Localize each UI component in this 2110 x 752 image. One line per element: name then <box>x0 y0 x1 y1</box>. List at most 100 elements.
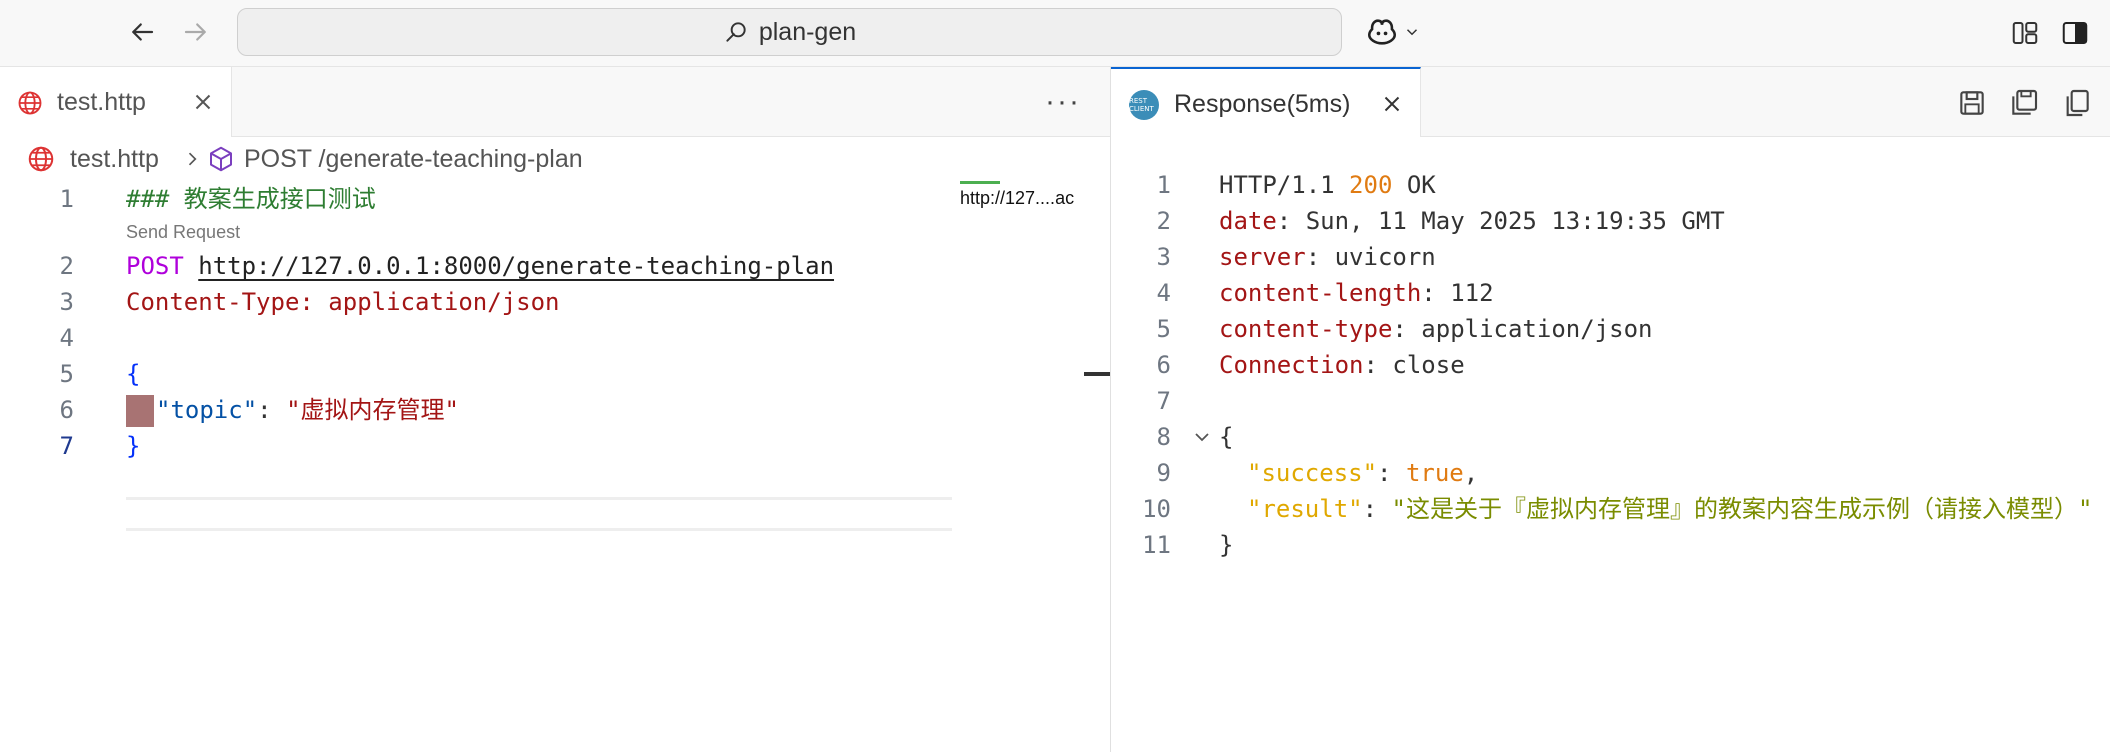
globe-icon <box>18 91 42 115</box>
header-value: application/json <box>328 288 560 316</box>
header-value: : close <box>1363 351 1465 379</box>
line-number: 2 <box>1156 207 1171 235</box>
code-line: 2 POST http://127.0.0.1:8000/generate-te… <box>0 248 960 284</box>
text-cursor <box>126 395 154 427</box>
fold-chevron-icon[interactable] <box>1191 419 1213 455</box>
code-line: 10 "result": "这是关于『虚拟内存管理』的教案内容生成示例（请接入模… <box>1111 491 2110 527</box>
breadcrumb-request[interactable]: POST /generate-teaching-plan <box>244 145 583 174</box>
back-button[interactable] <box>124 14 160 50</box>
header-key: content-length <box>1219 279 1422 307</box>
line-number: 4 <box>1156 279 1171 307</box>
search-text: plan-gen <box>758 17 857 46</box>
code-line: 1 HTTP/1.1 200 OK <box>1111 167 2110 203</box>
editor-tab-bar: test.http ··· <box>0 67 1110 137</box>
save-body-icon[interactable] <box>2008 87 2040 119</box>
line-number: 3 <box>59 288 74 316</box>
send-request-codelens[interactable]: Send Request <box>126 222 240 243</box>
header-key: Connection <box>1219 351 1364 379</box>
http-protocol: HTTP/1.1 <box>1219 171 1350 199</box>
request-url[interactable]: http://127.0.0.1:8000/generate-teaching-… <box>198 252 834 280</box>
tab-label: test.http <box>57 88 146 116</box>
json-colon: : <box>257 396 287 424</box>
code-line: 11 } <box>1111 527 2110 563</box>
code-line: 3 Content-Type: application/json <box>0 284 960 320</box>
json-brace: { <box>1219 423 1234 451</box>
code-line: 3 server: uvicorn <box>1111 239 2110 275</box>
line-number: 10 <box>1142 495 1171 523</box>
json-key: "result" <box>1247 495 1363 523</box>
copy-icon[interactable] <box>2061 87 2093 119</box>
line-number: 5 <box>59 360 74 388</box>
chevron-down-icon <box>1406 29 1418 36</box>
line-number: 1 <box>59 185 74 213</box>
line-number: 9 <box>1156 459 1171 487</box>
json-key: "success" <box>1247 459 1378 487</box>
arrow-right-icon <box>184 23 206 41</box>
search-icon <box>726 22 746 42</box>
minimap-text: http://127....ac <box>960 188 1075 208</box>
header-value: : Sun, 11 May 2025 13:19:35 GMT <box>1276 207 1725 235</box>
status-reason: OK <box>1392 171 1436 199</box>
json-value: "虚拟内存管理" <box>286 396 459 424</box>
header-key: content-type <box>1219 315 1393 343</box>
breadcrumb-file[interactable]: test.http <box>70 145 159 174</box>
code-line: 5 content-type: application/json <box>1111 311 2110 347</box>
json-key: "topic" <box>156 396 258 424</box>
json-value: "这是关于『虚拟内存管理』的教案内容生成示例（请接入模型）" <box>1391 495 2093 523</box>
code-line: 7 <box>1111 383 2110 419</box>
globe-icon <box>28 146 54 172</box>
header-key: server <box>1219 243 1306 271</box>
save-response-icon[interactable] <box>1956 87 1988 119</box>
json-brace: { <box>126 360 141 388</box>
arrow-left-icon <box>132 23 154 41</box>
cube-icon <box>210 146 232 172</box>
minimap[interactable]: http://127....ac <box>960 181 1082 209</box>
active-line-highlight <box>126 497 952 531</box>
code-line: 1 ### 教案生成接口测试 <box>0 181 960 217</box>
toggle-secondary-sidebar-icon[interactable] <box>2060 18 2090 48</box>
close-icon[interactable] <box>1379 91 1405 117</box>
code-comment: ### 教案生成接口测试 <box>126 185 376 213</box>
minimap-highlight <box>960 181 1000 184</box>
line-number: 6 <box>59 396 74 424</box>
response-tab-bar: REST CLIENT Response(5ms) <box>1111 67 2110 137</box>
header-key: Content-Type: <box>126 288 314 316</box>
line-number: 2 <box>59 252 74 280</box>
more-actions-button[interactable]: ··· <box>1045 85 1081 119</box>
line-number: 4 <box>59 324 74 352</box>
line-number: 6 <box>1156 351 1171 379</box>
response-pane: REST CLIENT Response(5ms) 1 HTTP/1.1 200… <box>1111 67 2110 752</box>
customize-layout-icon[interactable] <box>2010 18 2040 48</box>
command-center-search[interactable]: plan-gen <box>237 8 1342 56</box>
json-colon: : <box>1377 459 1406 487</box>
copilot-menu-button[interactable] <box>1365 14 1425 50</box>
json-brace: } <box>1219 531 1234 559</box>
header-value: : 112 <box>1421 279 1494 307</box>
header-key: date <box>1219 207 1277 235</box>
code-line: 5 { <box>0 356 960 392</box>
json-comma: , <box>1463 459 1479 487</box>
header-value: : application/json <box>1392 315 1653 343</box>
forward-button[interactable] <box>178 14 214 50</box>
tab-test-http[interactable]: test.http <box>0 67 232 137</box>
status-code: 200 <box>1349 171 1393 199</box>
tab-label: Response(5ms) <box>1174 90 1351 118</box>
http-method: POST <box>126 252 184 280</box>
code-line: 8 { <box>1111 419 2110 455</box>
line-number: 5 <box>1156 315 1171 343</box>
copilot-icon <box>1367 19 1397 45</box>
scrollbar-slider[interactable] <box>1084 372 1110 376</box>
line-number: 7 <box>1156 387 1171 415</box>
line-number: 1 <box>1156 171 1171 199</box>
rest-client-icon: REST CLIENT <box>1129 90 1159 120</box>
header-value: : uvicorn <box>1305 243 1436 271</box>
line-number: 8 <box>1156 423 1171 451</box>
json-brace: } <box>126 432 141 460</box>
line-number: 7 <box>59 432 74 460</box>
code-line: 6 "topic": "虚拟内存管理" <box>0 392 960 428</box>
tab-response[interactable]: REST CLIENT Response(5ms) <box>1111 67 1421 137</box>
close-icon[interactable] <box>190 89 216 115</box>
code-line: 9 "success": true, <box>1111 455 2110 491</box>
json-colon: : <box>1362 495 1392 523</box>
title-bar: plan-gen <box>0 0 2110 67</box>
